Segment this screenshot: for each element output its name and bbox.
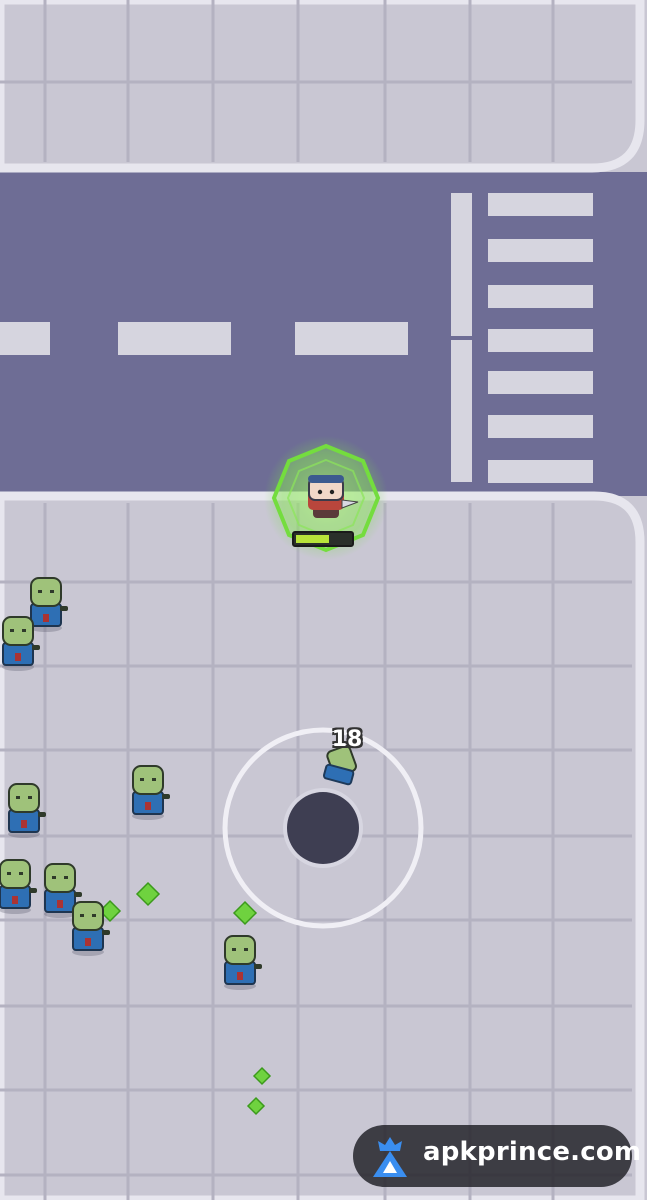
watermark-badge: apkprince.com xyxy=(353,1125,641,1187)
crown-logo-icon xyxy=(373,1137,407,1177)
player-health-bar xyxy=(292,531,354,547)
damage-number: 18 xyxy=(331,727,363,752)
top-sidewalk-block xyxy=(0,0,645,173)
game-scene xyxy=(0,0,647,1200)
game-viewport[interactable]: 18 apkprince.com xyxy=(0,0,647,1200)
watermark-text: apkprince.com xyxy=(423,1137,642,1167)
